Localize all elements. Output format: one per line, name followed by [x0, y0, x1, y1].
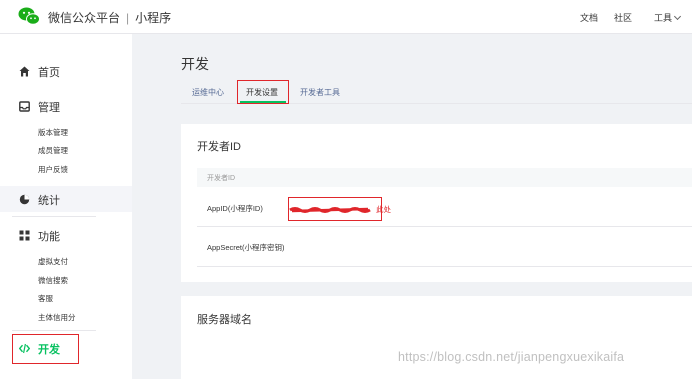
- home-icon: [19, 66, 30, 77]
- row-divider: [197, 266, 692, 267]
- sidebar-subitem-customer-service[interactable]: 客服: [38, 293, 53, 304]
- sidebar-item-home[interactable]: 首页: [0, 58, 132, 84]
- sidebar-item-label: 统计: [38, 195, 60, 207]
- sidebar-subitem-wechat-search[interactable]: 微信搜索: [38, 275, 68, 286]
- product-name: 小程序: [135, 11, 172, 25]
- sidebar-subitem-user-feedback[interactable]: 用户反馈: [38, 164, 68, 175]
- platform-name: 微信公众平台: [48, 11, 121, 25]
- brand-title[interactable]: 微信公众平台 | 小程序: [48, 9, 171, 26]
- page-title: 开发: [181, 56, 209, 72]
- sidebar-item-features[interactable]: 功能: [0, 222, 132, 248]
- appid-label: AppID(小程序ID): [207, 204, 263, 213]
- annotation-box-tab: [237, 80, 289, 104]
- annotation-box-dev: [12, 334, 79, 364]
- top-bar: 微信公众平台 | 小程序 文档 社区 工具: [0, 0, 692, 34]
- tab-ops-center[interactable]: 运维中心: [192, 87, 224, 98]
- community-link[interactable]: 社区: [614, 11, 632, 24]
- server-domain-card: 服务器域名: [181, 296, 692, 379]
- chevron-down-icon: [673, 12, 682, 21]
- grid-icon: [19, 230, 30, 241]
- table-header-label: 开发者ID: [207, 175, 235, 182]
- sidebar-subitem-member-management[interactable]: 成员管理: [38, 145, 68, 156]
- card-title: 开发者ID: [197, 141, 241, 153]
- sidebar-item-manage[interactable]: 管理: [0, 93, 132, 119]
- sidebar-item-label: 首页: [38, 67, 60, 79]
- annotation-box-appid: [288, 197, 382, 221]
- pie-chart-icon: [19, 194, 30, 205]
- row-divider: [197, 226, 692, 227]
- watermark-text: https://blog.csdn.net/jianpengxuexikaifa: [398, 350, 625, 364]
- appsecret-label: AppSecret(小程序密钥): [207, 243, 285, 252]
- sidebar-subitem-credit-score[interactable]: 主体信用分: [38, 312, 76, 323]
- sidebar-divider: [12, 330, 96, 331]
- sidebar-subitem-version-management[interactable]: 版本管理: [38, 127, 68, 138]
- docs-link[interactable]: 文档: [580, 11, 598, 24]
- tab-dev-tools[interactable]: 开发者工具: [300, 87, 340, 98]
- sidebar-item-label: 功能: [38, 231, 60, 243]
- sidebar: 首页 管理 版本管理 成员管理 用户反馈 统计 功能 虚拟支付 微信搜索 客服 …: [0, 34, 132, 379]
- tools-menu[interactable]: 工具: [654, 11, 682, 24]
- sidebar-divider: [12, 216, 96, 217]
- table-header: 开发者ID: [197, 168, 692, 187]
- brand-separator: |: [126, 11, 130, 25]
- sidebar-item-label: 管理: [38, 102, 60, 114]
- card-title: 服务器域名: [197, 314, 252, 326]
- wechat-logo-icon: [18, 7, 40, 25]
- tools-label: 工具: [654, 13, 673, 23]
- sidebar-item-stats[interactable]: 统计: [0, 186, 132, 212]
- dev-id-card: 开发者ID 开发者ID AppID(小程序ID) 此处 AppSecret(小程…: [181, 124, 692, 282]
- inbox-icon: [19, 101, 30, 112]
- sidebar-subitem-virtual-payment[interactable]: 虚拟支付: [38, 256, 68, 267]
